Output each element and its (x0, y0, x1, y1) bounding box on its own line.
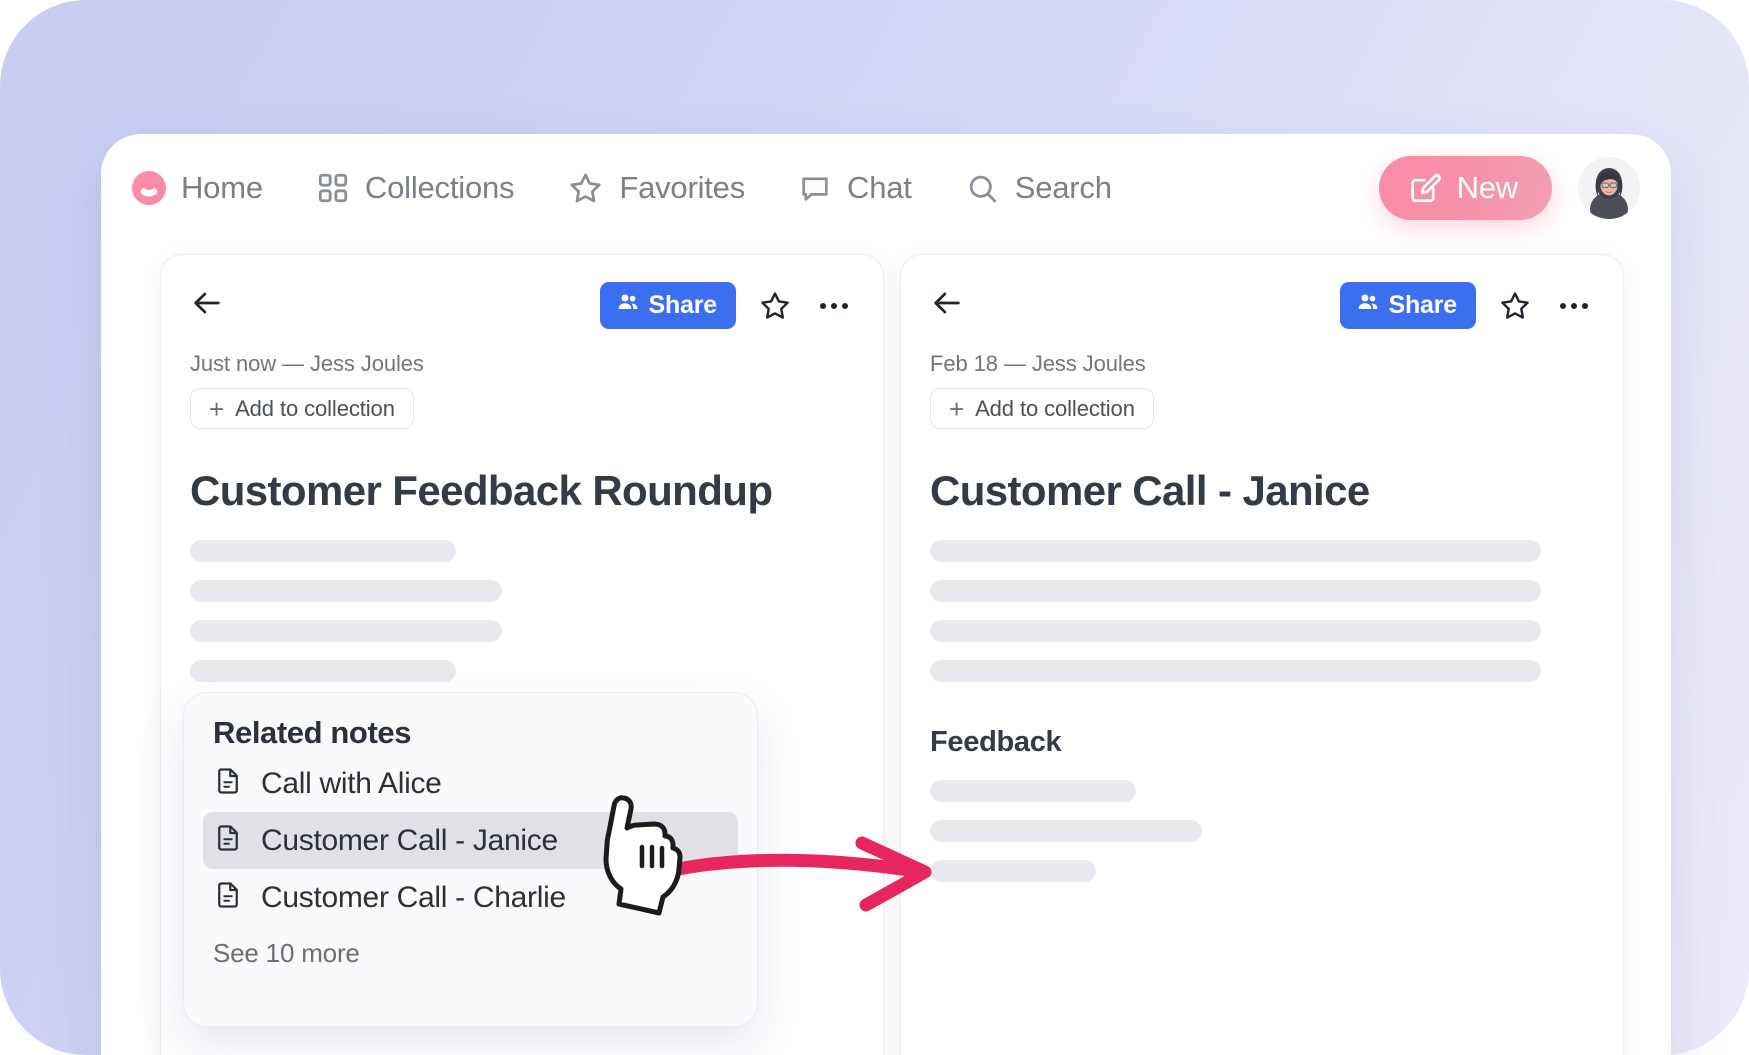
nav-item-collections[interactable]: Collections (316, 170, 515, 206)
add-to-collection-label: Add to collection (235, 395, 395, 421)
share-button-label: Share (1388, 291, 1458, 319)
back-arrow-icon[interactable] (930, 286, 964, 325)
card-left-body-skeletons (161, 515, 883, 682)
skeleton-line (930, 860, 1096, 882)
people-icon (616, 290, 640, 321)
new-button[interactable]: New (1378, 156, 1552, 220)
nav-items: Home Collections Favorites Chat Search (101, 170, 1165, 207)
nav-item-search[interactable]: Search (965, 170, 1112, 206)
skeleton-line (190, 620, 503, 642)
add-to-collection-button[interactable]: + Add to collection (190, 388, 414, 429)
share-button[interactable]: Share (599, 282, 736, 329)
grid-icon (316, 171, 350, 205)
document-icon (213, 766, 243, 801)
search-icon (965, 171, 1000, 206)
related-note-item-customer-call-charlie[interactable]: Customer Call - Charlie (203, 869, 738, 926)
card-right-section-heading: Feedback (930, 726, 1062, 758)
avatar[interactable] (1578, 157, 1640, 219)
nav-item-collections-label: Collections (364, 170, 515, 205)
compose-pencil-icon (1407, 171, 1441, 205)
related-note-item-customer-call-janice[interactable]: Customer Call - Janice (203, 812, 738, 869)
star-outline-icon[interactable] (755, 286, 795, 326)
see-more-link[interactable]: See 10 more (203, 926, 738, 969)
document-icon (213, 823, 243, 858)
skeleton-line (190, 540, 456, 562)
add-to-collection-label: Add to collection (975, 395, 1135, 421)
nav-item-home-label: Home (181, 170, 263, 205)
nav-item-chat[interactable]: Chat (798, 170, 912, 206)
skeleton-line (930, 580, 1541, 602)
card-right-body-skeletons (901, 515, 1623, 682)
ellipsis-icon[interactable] (814, 286, 854, 326)
ellipsis-icon[interactable] (1554, 286, 1594, 326)
nav-item-favorites[interactable]: Favorites (567, 170, 745, 207)
skeleton-line (190, 660, 456, 682)
nav-item-search-label: Search (1014, 170, 1112, 205)
related-note-item-call-with-alice[interactable]: Call with Alice (203, 755, 738, 812)
nav-item-chat-label: Chat (847, 170, 912, 205)
card-right-header-actions: Share (1339, 282, 1594, 329)
people-icon (1356, 290, 1380, 321)
chat-bubble-icon (798, 171, 832, 205)
card-right-section-skeletons (901, 759, 1623, 882)
card-right-header: Share (901, 255, 1623, 329)
skeleton-line (930, 620, 1541, 642)
top-navigation-bar: Home Collections Favorites Chat Search N… (101, 134, 1671, 242)
plus-icon: + (209, 393, 225, 424)
screenshot-stage: Home Collections Favorites Chat Search N… (0, 0, 1749, 1055)
related-note-label: Call with Alice (261, 766, 442, 800)
skeleton-line (190, 580, 503, 602)
share-button-label: Share (648, 291, 718, 319)
skeleton-line (930, 780, 1136, 802)
card-left-header-actions: Share (599, 282, 854, 329)
nav-right-actions: New (1378, 156, 1671, 220)
plus-icon: + (949, 393, 965, 424)
note-card-right: Share Feb 18 — Jess Joules + Add to coll… (900, 254, 1624, 1055)
card-left-meta: Just now — Jess Joules (190, 351, 424, 376)
card-left-header: Share (161, 255, 883, 329)
card-left-title: Customer Feedback Roundup (190, 467, 773, 514)
star-icon (567, 170, 604, 207)
card-right-meta: Feb 18 — Jess Joules (930, 351, 1146, 376)
skeleton-line (930, 820, 1203, 842)
card-right-title: Customer Call - Janice (930, 467, 1370, 514)
related-note-label: Customer Call - Janice (261, 823, 558, 857)
back-arrow-icon[interactable] (190, 286, 224, 325)
nav-item-favorites-label: Favorites (619, 170, 746, 205)
skeleton-line (930, 660, 1541, 682)
related-note-label: Customer Call - Charlie (261, 880, 566, 914)
add-to-collection-button[interactable]: + Add to collection (930, 388, 1154, 429)
star-outline-icon[interactable] (1495, 286, 1535, 326)
home-logo-icon (132, 171, 166, 205)
skeleton-line (930, 540, 1541, 562)
related-notes-popup: Related notes Call with Alice Customer C… (183, 692, 758, 1027)
share-button[interactable]: Share (1339, 282, 1476, 329)
nav-item-home[interactable]: Home (132, 170, 263, 206)
related-notes-title: Related notes (213, 715, 412, 750)
new-button-label: New (1456, 170, 1519, 205)
document-icon (213, 880, 243, 915)
